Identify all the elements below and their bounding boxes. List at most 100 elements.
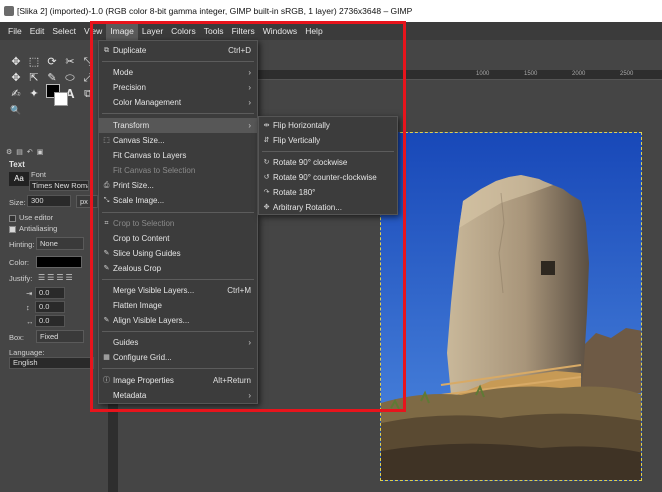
text-color-button[interactable] bbox=[36, 256, 82, 268]
menu-view[interactable]: View bbox=[80, 22, 106, 40]
paths-tool-icon[interactable]: ✍ bbox=[8, 86, 24, 102]
use-editor-option[interactable]: Use editor bbox=[9, 213, 53, 222]
size-input[interactable]: 300 bbox=[27, 195, 71, 207]
menu-item-guides[interactable]: Guides › bbox=[99, 335, 257, 350]
font-label: Font bbox=[31, 170, 47, 179]
rotate-180-icon: ↷ bbox=[263, 189, 270, 196]
hinting-select[interactable]: None bbox=[36, 237, 84, 250]
warp-tool-icon[interactable]: ⤢ bbox=[80, 70, 96, 86]
line-spacing-icon: ↕ bbox=[26, 303, 30, 312]
undo-tab-icon[interactable]: ↶ bbox=[27, 148, 33, 160]
menu-item-align-visible-layers[interactable]: ✎ Align Visible Layers... bbox=[99, 313, 257, 328]
menu-separator bbox=[102, 331, 254, 332]
menu-item-color-management[interactable]: Color Management › bbox=[99, 95, 257, 110]
submenu-arrow-icon: › bbox=[248, 98, 251, 107]
ruler-label-2000: 2000 bbox=[572, 71, 586, 77]
menu-item-mode[interactable]: Mode › bbox=[99, 65, 257, 80]
menu-item-duplicate[interactable]: ⧉ Duplicate Ctrl+D bbox=[99, 43, 257, 58]
menu-edit[interactable]: Edit bbox=[26, 22, 49, 40]
indent-input[interactable]: 0.0 bbox=[35, 287, 65, 299]
move-tool-icon[interactable]: ✥ bbox=[8, 54, 24, 70]
menu-item-metadata[interactable]: Metadata › bbox=[99, 388, 257, 403]
antialiasing-option[interactable]: Antialiasing bbox=[9, 224, 57, 233]
menu-windows[interactable]: Windows bbox=[259, 22, 301, 40]
menu-item-fit-canvas-to-layers[interactable]: Fit Canvas to Layers bbox=[99, 148, 257, 163]
merge-shortcut: Ctrl+M bbox=[227, 286, 251, 295]
menu-filters[interactable]: Filters bbox=[228, 22, 259, 40]
justify-center-icon[interactable]: ☰ bbox=[56, 273, 65, 282]
info-icon: ⓘ bbox=[103, 377, 110, 384]
menu-file[interactable]: File bbox=[4, 22, 26, 40]
menu-image[interactable]: Image bbox=[106, 22, 138, 40]
font-preview-button[interactable]: Aa bbox=[9, 172, 29, 186]
scale-icon: ⤡ bbox=[103, 197, 110, 204]
menu-item-rotate-90-ccw[interactable]: ↺ Rotate 90° counter-clockwise bbox=[259, 170, 397, 185]
tower-photo bbox=[381, 133, 641, 480]
transform-tool-icon[interactable]: ⤡ bbox=[80, 54, 96, 70]
submenu-arrow-icon: › bbox=[248, 391, 251, 400]
menu-select[interactable]: Select bbox=[48, 22, 80, 40]
crop-tool-icon[interactable]: ⇱ bbox=[26, 70, 42, 86]
box-label: Box: bbox=[9, 333, 25, 342]
justify-label: Justify: bbox=[9, 274, 33, 283]
menu-item-crop-to-selection: ⌗ Crop to Selection bbox=[99, 216, 257, 231]
scissors-tool-icon[interactable]: ✂ bbox=[62, 54, 78, 70]
use-editor-checkbox[interactable] bbox=[9, 214, 16, 222]
hinting-label: Hinting: bbox=[9, 240, 35, 249]
menu-item-flatten-image[interactable]: Flatten Image bbox=[99, 298, 257, 313]
images-tab-icon[interactable]: ▣ bbox=[37, 148, 44, 160]
menu-item-precision[interactable]: Precision › bbox=[99, 80, 257, 95]
transform-submenu: ⇹ Flip Horizontally ⇵ Flip Vertically ↻ … bbox=[258, 116, 398, 215]
menu-item-flip-horizontally[interactable]: ⇹ Flip Horizontally bbox=[259, 118, 397, 133]
menu-item-transform[interactable]: Transform › bbox=[99, 118, 257, 133]
menu-separator bbox=[102, 212, 254, 213]
antialiasing-checkbox[interactable] bbox=[9, 225, 16, 233]
duplicate-shortcut: Ctrl+D bbox=[228, 46, 251, 55]
menu-layer[interactable]: Layer bbox=[138, 22, 167, 40]
submenu-arrow-icon: › bbox=[248, 338, 251, 347]
image-canvas[interactable] bbox=[380, 132, 642, 481]
menu-item-configure-grid[interactable]: ▦ Configure Grid... bbox=[99, 350, 257, 365]
fg-bg-colors[interactable] bbox=[46, 84, 70, 108]
rect-select-tool-icon[interactable]: ⬚ bbox=[26, 54, 42, 70]
size-unit-select[interactable]: px bbox=[76, 195, 98, 208]
menu-item-slice-using-guides[interactable]: ✎ Slice Using Guides bbox=[99, 246, 257, 261]
menu-item-rotate-90-cw[interactable]: ↻ Rotate 90° clockwise bbox=[259, 155, 397, 170]
menu-item-crop-to-content[interactable]: Crop to Content bbox=[99, 231, 257, 246]
zoom-tool-icon[interactable]: 🔍 bbox=[8, 102, 24, 118]
menu-colors[interactable]: Colors bbox=[167, 22, 200, 40]
menu-item-canvas-size[interactable]: ⬚ Canvas Size... bbox=[99, 133, 257, 148]
flip-horizontal-icon: ⇹ bbox=[263, 122, 270, 129]
submenu-arrow-icon: › bbox=[248, 121, 251, 130]
menu-item-rotate-180[interactable]: ↷ Rotate 180° bbox=[259, 185, 397, 200]
menu-item-arbitrary-rotation[interactable]: ✥ Arbitrary Rotation... bbox=[259, 200, 397, 215]
menu-tools[interactable]: Tools bbox=[200, 22, 228, 40]
align-tool-icon[interactable]: ✥ bbox=[8, 70, 24, 86]
font-input[interactable]: Times New Roman bbox=[29, 180, 89, 191]
menu-item-zealous-crop[interactable]: ✎ Zealous Crop bbox=[99, 261, 257, 276]
clone-tool-icon[interactable]: ⧉ bbox=[80, 86, 96, 102]
menu-item-flip-vertically[interactable]: ⇵ Flip Vertically bbox=[259, 133, 397, 148]
free-select-tool-icon[interactable]: ⟳ bbox=[44, 54, 60, 70]
letter-spacing-icon: ↔ bbox=[26, 317, 34, 326]
menu-item-image-properties[interactable]: ⓘ Image Properties Alt+Return bbox=[99, 373, 257, 388]
justify-left-icon[interactable]: ☰ bbox=[38, 273, 47, 282]
justify-fill-icon[interactable]: ☰ bbox=[66, 273, 75, 282]
menu-item-print-size[interactable]: ⎙ Print Size... bbox=[99, 178, 257, 193]
menu-help[interactable]: Help bbox=[301, 22, 326, 40]
menu-item-scale-image[interactable]: ⤡ Scale Image... bbox=[99, 193, 257, 208]
arbitrary-rotation-icon: ✥ bbox=[263, 204, 270, 211]
justify-right-icon[interactable]: ☰ bbox=[47, 273, 56, 282]
letter-spacing-input[interactable]: 0.0 bbox=[35, 315, 65, 327]
line-spacing-input[interactable]: 0.0 bbox=[35, 301, 65, 313]
heal-tool-icon[interactable]: ✦ bbox=[26, 86, 42, 102]
tool-options-tab-icon[interactable]: ⚙ bbox=[6, 148, 12, 160]
device-status-tab-icon[interactable]: ▤ bbox=[16, 148, 23, 160]
language-input[interactable]: English bbox=[9, 357, 94, 369]
background-color[interactable] bbox=[54, 92, 68, 106]
menu-separator bbox=[102, 113, 254, 114]
grid-icon: ▦ bbox=[103, 354, 110, 361]
menu-item-merge-visible-layers[interactable]: Merge Visible Layers... Ctrl+M bbox=[99, 283, 257, 298]
crop-icon: ⌗ bbox=[104, 220, 109, 227]
box-select[interactable]: Fixed bbox=[36, 330, 84, 343]
